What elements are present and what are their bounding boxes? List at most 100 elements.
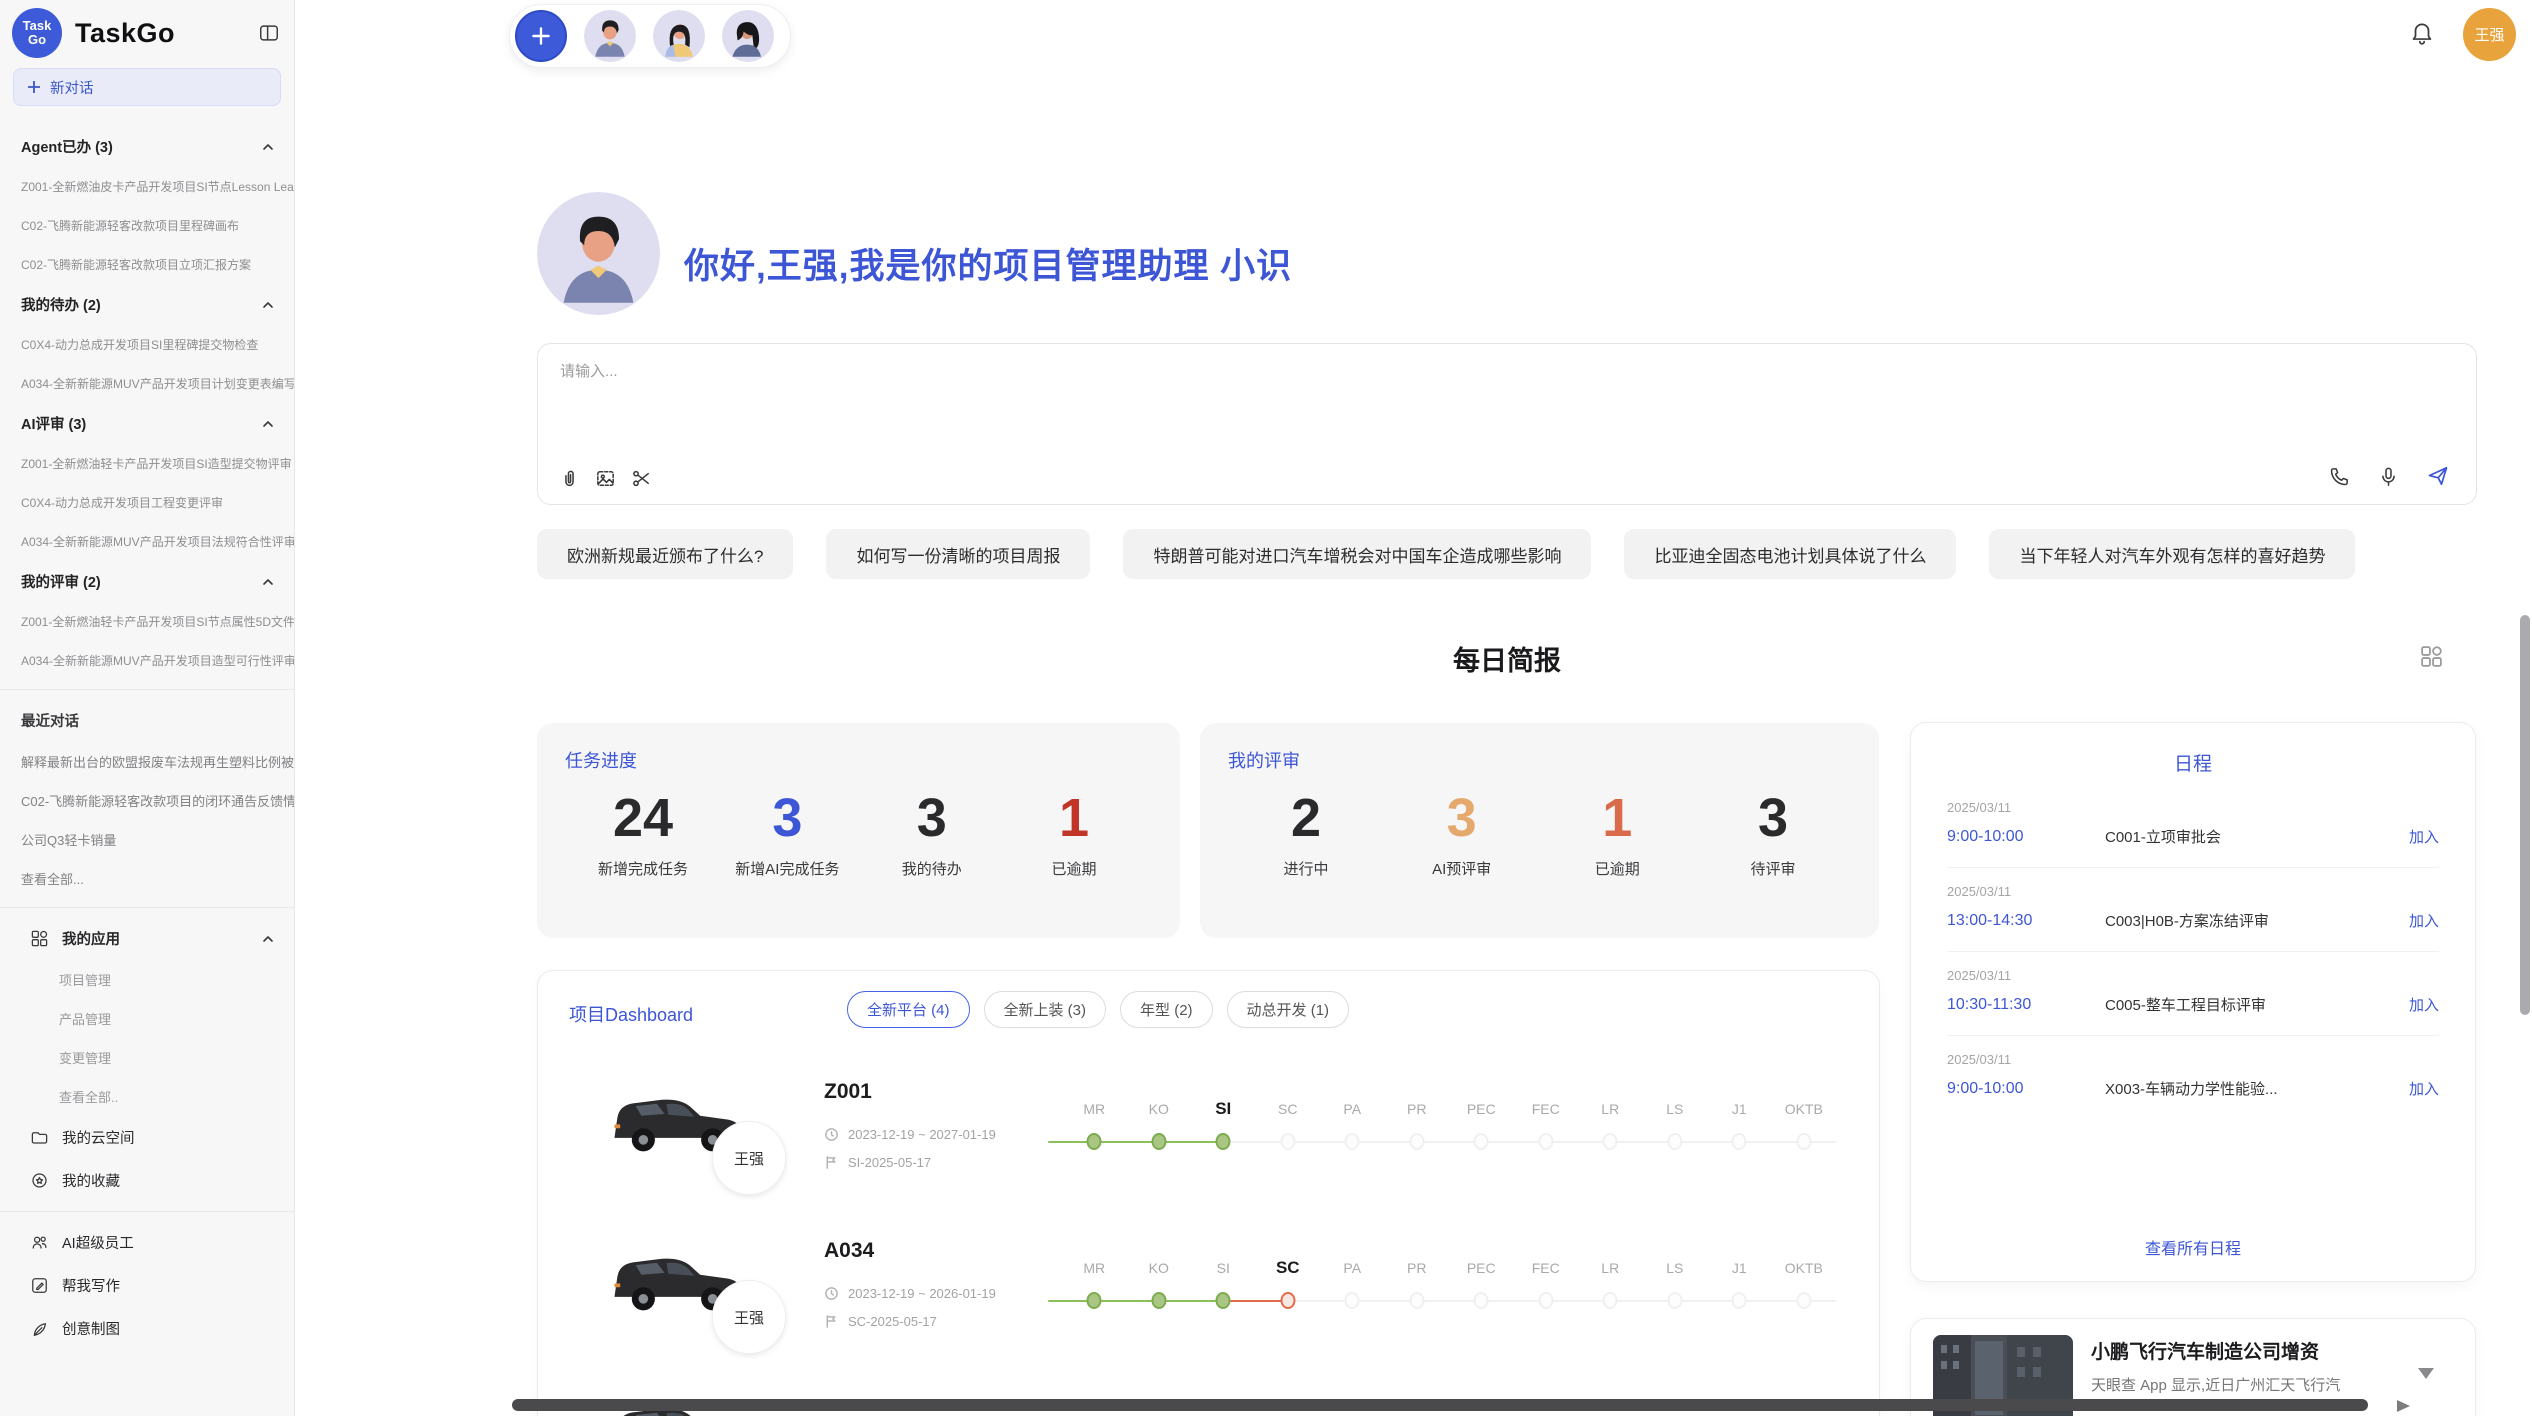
horizontal-scrollbar[interactable] <box>512 1399 2368 1411</box>
sidebar-task-item[interactable]: C02-飞腾新能源轻客改款项目立项汇报方案 <box>0 245 294 284</box>
avatar[interactable] <box>584 10 636 62</box>
sidebar-task-item[interactable]: C02-飞腾新能源轻客改款项目里程碑画布 <box>0 206 294 245</box>
sidebar-task-item[interactable]: A034-全新新能源MUV产品开发项目计划变更表编写 <box>0 364 294 403</box>
tab-new-platform[interactable]: 全新平台 (4) <box>847 991 970 1028</box>
chevron-up-icon[interactable] <box>260 416 276 432</box>
vertical-scrollbar[interactable] <box>2520 615 2530 1015</box>
sidebar-task-item[interactable]: A034-全新新能源MUV产品开发项目造型可行性评审 <box>0 641 294 680</box>
recent-view-all[interactable]: 查看全部... <box>0 859 294 898</box>
sidebar-item-ai-employee[interactable]: AI超级员工 <box>0 1221 294 1264</box>
image-icon[interactable] <box>594 467 617 490</box>
my-apps-label: 我的应用 <box>62 928 120 949</box>
sidebar-task-item[interactable]: C0X4-动力总成开发项目SI里程碑提交物检查 <box>0 325 294 364</box>
chevron-up-icon[interactable] <box>260 297 276 313</box>
scroll-down-arrow[interactable] <box>2418 1368 2434 1379</box>
section-my-todo[interactable]: 我的待办 (2) <box>0 284 294 325</box>
milestone-dot <box>1216 1133 1231 1150</box>
section-my-review[interactable]: 我的评审 (2) <box>0 561 294 602</box>
collapse-sidebar-icon[interactable] <box>258 22 280 44</box>
app-sub-item[interactable]: 查看全部.. <box>0 1077 294 1116</box>
microphone-icon[interactable] <box>2377 465 2400 488</box>
avatar[interactable] <box>653 10 705 62</box>
app-title: TaskGo <box>75 18 175 49</box>
section-title: AI评审 (3) <box>21 413 86 434</box>
sidebar-task-item[interactable]: Z001-全新燃油轻卡产品开发项目SI节点属性5D文件评审 <box>0 602 294 641</box>
sidebar-item-creative-draw[interactable]: 创意制图 <box>0 1307 294 1350</box>
section-title: 我的待办 (2) <box>21 294 101 315</box>
view-all-schedule-button[interactable]: 查看所有日程 <box>1947 1235 2439 1259</box>
sidebar-item-help-write[interactable]: 帮我写作 <box>0 1264 294 1307</box>
assistant-avatar <box>537 192 660 315</box>
milestone-SI: SI <box>1191 1096 1256 1160</box>
notifications-bell-icon[interactable] <box>2409 20 2435 46</box>
milestone-SC: SC <box>1256 1255 1321 1319</box>
flag-icon <box>824 1155 839 1170</box>
sidebar-item-favorites[interactable]: 我的收藏 <box>0 1159 294 1202</box>
attachment-icon[interactable] <box>558 467 581 490</box>
tab-model-year[interactable]: 年型 (2) <box>1120 991 1213 1028</box>
milestone-dot <box>1732 1133 1747 1150</box>
sidebar-task-item[interactable]: Z001-全新燃油轻卡产品开发项目SI造型提交物评审 <box>0 444 294 483</box>
milestone-PR: PR <box>1385 1255 1450 1319</box>
milestone-PEC: PEC <box>1449 1096 1514 1160</box>
recent-chat-item[interactable]: C02-飞腾新能源轻客改款项目的闭环通告反馈情况 <box>0 781 294 820</box>
section-ai-review[interactable]: AI评审 (3) <box>0 403 294 444</box>
layout-grid-icon[interactable] <box>2419 644 2444 669</box>
news-title: 小鹏飞行汽车制造公司增资 <box>2091 1337 2319 1364</box>
chat-input[interactable] <box>560 360 2440 438</box>
suggestion-chip[interactable]: 当下年轻人对汽车外观有怎样的喜好趋势 <box>1989 529 2355 579</box>
sidebar-task-item[interactable]: Z001-全新燃油皮卡产品开发项目SI节点Lesson Learn报告 <box>0 167 294 206</box>
schedule-item: 2025/03/11 9:00-10:00 X003-车辆动力学性能验... 加… <box>1947 1036 2439 1119</box>
schedule-item: 2025/03/11 10:30-11:30 C005-整车工程目标评审 加入 <box>1947 952 2439 1036</box>
suggestion-chip[interactable]: 比亚迪全固态电池计划具体说了什么 <box>1624 529 1956 579</box>
tab-new-body[interactable]: 全新上装 (3) <box>984 991 1107 1028</box>
send-icon[interactable] <box>2426 464 2450 488</box>
join-button[interactable]: 加入 <box>2409 1078 2439 1099</box>
stat-item: 3 我的待办 <box>882 787 982 879</box>
task-progress-stats: 24 新增完成任务 3 新增AI完成任务 3 我的待办 1 <box>565 773 1152 879</box>
chevron-up-icon[interactable] <box>260 931 276 947</box>
new-chat-button[interactable]: 新对话 <box>13 68 281 106</box>
suggestion-chip[interactable]: 欧洲新规最近颁布了什么? <box>537 529 793 579</box>
recent-chat-item[interactable]: 公司Q3轻卡销量 <box>0 820 294 859</box>
scissors-icon[interactable] <box>630 467 653 490</box>
stat-item: 3 新增AI完成任务 <box>735 787 839 879</box>
chevron-up-icon[interactable] <box>260 574 276 590</box>
app-sub-item[interactable]: 产品管理 <box>0 999 294 1038</box>
milestone-dot <box>1409 1292 1424 1309</box>
recent-chat-item[interactable]: 解释最新出台的欧盟报废车法规再生塑料比例被调至15%... <box>0 742 294 781</box>
chevron-up-icon[interactable] <box>260 139 276 155</box>
milestone-dot <box>1796 1292 1811 1309</box>
add-agent-button[interactable] <box>515 10 567 62</box>
logo-text-top: Task <box>23 19 52 33</box>
app-sub-item[interactable]: 变更管理 <box>0 1038 294 1077</box>
project-row[interactable]: 王强 A034 2023-12-19 ~ 2026-01-19 SC-2025-… <box>538 1233 1879 1393</box>
suggestion-chip[interactable]: 如何写一份清晰的项目周报 <box>826 529 1090 579</box>
tab-powertrain[interactable]: 动总开发 (1) <box>1227 991 1350 1028</box>
milestone-FEC: FEC <box>1514 1096 1579 1160</box>
milestone-dot <box>1345 1292 1360 1309</box>
milestone-dot <box>1538 1133 1553 1150</box>
avatar[interactable] <box>722 10 774 62</box>
sidebar-item-cloud-space[interactable]: 我的云空间 <box>0 1116 294 1159</box>
suggestion-chip[interactable]: 特朗普可能对进口汽车增税会对中国车企造成哪些影响 <box>1123 529 1591 579</box>
recent-chats-list: 解释最新出台的欧盟报废车法规再生塑料比例被调至15%...C02-飞腾新能源轻客… <box>0 742 294 859</box>
sidebar: Task Go TaskGo 新对话 Agent已办 (3) Z001-全新燃油… <box>0 0 295 1416</box>
sidebar-task-item[interactable]: C0X4-动力总成开发项目工程变更评审 <box>0 483 294 522</box>
suggestion-chips: 欧洲新规最近颁布了什么? 如何写一份清晰的项目周报特朗普可能对进口汽车增税会对中国… <box>537 529 2477 579</box>
project-row[interactable]: 王强 Z001 2023-12-19 ~ 2027-01-19 SI-2025-… <box>538 1074 1879 1234</box>
sidebar-item-my-apps[interactable]: 我的应用 <box>0 917 294 960</box>
user-avatar[interactable]: 王强 <box>2463 8 2516 61</box>
milestone-KO: KO <box>1127 1096 1192 1160</box>
join-button[interactable]: 加入 <box>2409 826 2439 847</box>
phone-icon[interactable] <box>2328 465 2351 488</box>
join-button[interactable]: 加入 <box>2409 910 2439 931</box>
my-review-stats: 2 进行中 3 AI预评审 1 已逾期 3 待 <box>1228 773 1851 879</box>
user-name: 王强 <box>2474 24 2504 45</box>
scroll-right-arrow[interactable] <box>2397 1400 2410 1412</box>
section-agent-done[interactable]: Agent已办 (3) <box>0 126 294 167</box>
chat-input-box <box>537 343 2477 505</box>
app-sub-item[interactable]: 项目管理 <box>0 960 294 999</box>
sidebar-task-item[interactable]: A034-全新新能源MUV产品开发项目法规符合性评审 <box>0 522 294 561</box>
join-button[interactable]: 加入 <box>2409 994 2439 1015</box>
